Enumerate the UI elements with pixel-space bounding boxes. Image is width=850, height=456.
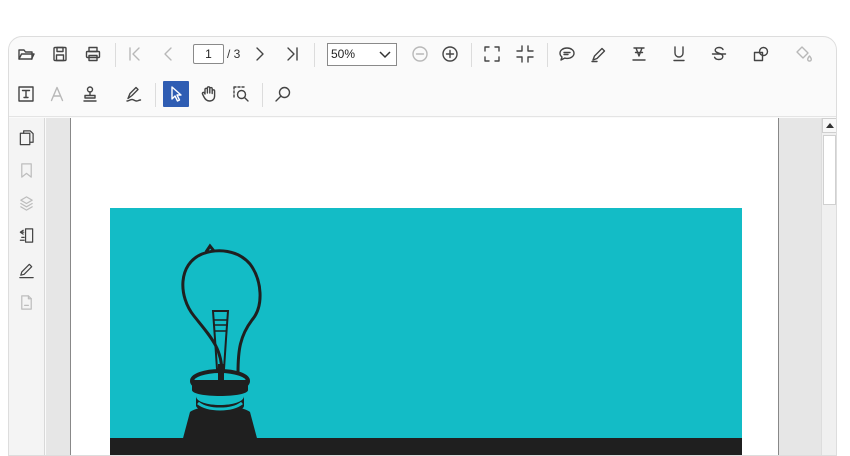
first-page-icon[interactable] — [122, 41, 148, 67]
stamp-icon[interactable] — [77, 81, 103, 107]
ink-icon[interactable] — [586, 41, 612, 67]
pages-thumbnail-icon[interactable] — [13, 124, 39, 150]
secondary-toolbar — [9, 77, 836, 117]
zoom-value: 50% — [331, 47, 356, 61]
save-icon[interactable] — [47, 41, 73, 67]
search-icon[interactable] — [270, 81, 296, 107]
page-total-label: / 3 — [227, 47, 241, 61]
shapes-icon[interactable] — [748, 41, 774, 67]
pan-tool-icon[interactable] — [196, 81, 222, 107]
toolbar-separator — [471, 43, 472, 67]
toolbar-separator — [115, 43, 116, 67]
print-icon[interactable] — [80, 41, 106, 67]
pdf-page — [70, 118, 779, 455]
annotation-pen-icon[interactable] — [13, 257, 39, 283]
select-tool-icon[interactable] — [163, 81, 189, 107]
previous-page-icon[interactable] — [155, 41, 181, 67]
navigation-sidebar — [9, 118, 45, 455]
scrollbar-thumb[interactable] — [823, 135, 836, 205]
cover-dark-strip — [110, 438, 742, 455]
toolbar-separator — [547, 43, 548, 67]
underline-icon[interactable] — [666, 41, 692, 67]
fit-page-icon[interactable] — [479, 41, 505, 67]
document-icon[interactable] — [13, 289, 39, 315]
highlight-icon[interactable] — [626, 41, 652, 67]
font-icon[interactable] — [44, 81, 70, 107]
bookmark-icon[interactable] — [13, 157, 39, 183]
layers-icon[interactable] — [13, 190, 39, 216]
strikethrough-icon[interactable] — [706, 41, 732, 67]
zoom-in-icon[interactable] — [437, 41, 463, 67]
cover-illustration — [110, 208, 742, 455]
signature-icon[interactable] — [121, 81, 147, 107]
page-number-input[interactable]: 1 — [193, 44, 224, 64]
toolbar-separator — [314, 43, 315, 67]
document-viewport[interactable] — [46, 118, 836, 455]
toolbar-separator — [155, 83, 156, 107]
main-toolbar: 1 / 3 50% — [9, 37, 836, 77]
next-page-icon[interactable] — [247, 41, 273, 67]
zoom-out-icon[interactable] — [407, 41, 433, 67]
open-icon[interactable] — [13, 41, 39, 67]
marquee-zoom-icon[interactable] — [228, 81, 254, 107]
toolbar-separator — [262, 83, 263, 107]
scroll-up-icon[interactable] — [822, 118, 836, 133]
page-tools-icon[interactable] — [13, 222, 39, 248]
chevron-down-icon — [378, 47, 392, 61]
zoom-dropdown[interactable]: 50% — [327, 43, 397, 66]
comment-icon[interactable] — [554, 41, 580, 67]
pdf-viewer-window: 1 / 3 50% — [8, 36, 837, 456]
vertical-scrollbar[interactable] — [821, 118, 836, 455]
fit-width-icon[interactable] — [512, 41, 538, 67]
fill-icon[interactable] — [791, 41, 817, 67]
text-box-icon[interactable] — [13, 81, 39, 107]
last-page-icon[interactable] — [279, 41, 305, 67]
